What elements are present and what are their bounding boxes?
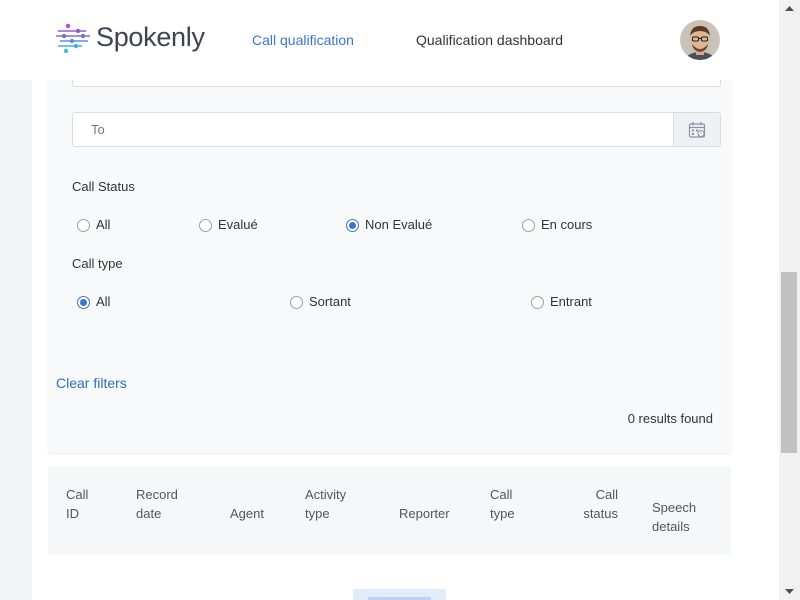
radio-circle[interactable] bbox=[290, 296, 303, 309]
column-header-line: date bbox=[136, 506, 162, 521]
radio-label: All bbox=[96, 217, 111, 232]
filter-card bbox=[48, 40, 731, 453]
column-header-call-status[interactable]: Call status bbox=[583, 485, 618, 523]
calendar-button[interactable] bbox=[673, 113, 720, 146]
column-header-speech-details[interactable]: Speech details bbox=[652, 498, 696, 536]
column-header-line: type bbox=[305, 506, 330, 521]
call-status-en-cours-radio[interactable]: En cours bbox=[522, 217, 592, 232]
column-header-record-date[interactable]: Record date bbox=[136, 485, 178, 523]
scroll-down-arrow-icon[interactable] bbox=[779, 583, 800, 600]
radio-circle[interactable] bbox=[531, 296, 544, 309]
scrollbar-thumb[interactable] bbox=[781, 272, 797, 453]
nav-call-qualification[interactable]: Call qualification bbox=[252, 32, 354, 48]
results-count: 0 results found bbox=[627, 411, 713, 426]
column-header-call-type[interactable]: Call type bbox=[490, 485, 515, 523]
call-status-label: Call Status bbox=[72, 179, 135, 194]
column-header-call-id[interactable]: Call ID bbox=[66, 485, 88, 523]
column-header-line: Call bbox=[595, 487, 618, 502]
column-header-line: Call bbox=[66, 487, 89, 502]
column-header-line: ID bbox=[66, 506, 79, 521]
radio-circle[interactable] bbox=[522, 219, 535, 232]
user-avatar[interactable] bbox=[680, 20, 720, 60]
radio-circle[interactable] bbox=[199, 219, 212, 232]
column-header-line: Activity bbox=[305, 487, 347, 502]
radio-label: Evalué bbox=[218, 217, 258, 232]
column-header-line: type bbox=[490, 506, 515, 521]
call-type-label: Call type bbox=[72, 256, 123, 271]
column-header-agent[interactable]: Agent bbox=[230, 504, 264, 523]
radio-circle[interactable] bbox=[77, 219, 90, 232]
column-header-line: Speech bbox=[652, 500, 697, 515]
to-date-input[interactable] bbox=[89, 121, 653, 138]
pagination-button[interactable] bbox=[353, 589, 446, 600]
column-header-line: Reporter bbox=[399, 506, 450, 521]
call-status-all-radio[interactable]: All bbox=[77, 217, 110, 232]
calendar-icon bbox=[688, 121, 706, 138]
brand-logo[interactable]: Spokenly bbox=[56, 22, 205, 53]
column-header-reporter[interactable]: Reporter bbox=[399, 504, 450, 523]
avatar-image bbox=[680, 20, 720, 60]
call-status-non-evalue-radio[interactable]: Non Evalué bbox=[346, 217, 432, 232]
column-header-line: Record bbox=[136, 487, 178, 502]
column-header-line: details bbox=[652, 519, 690, 534]
column-header-line: Call bbox=[490, 487, 513, 502]
logo-icon bbox=[56, 23, 90, 53]
radio-label: Sortant bbox=[309, 294, 351, 309]
call-status-evalue-radio[interactable]: Evalué bbox=[199, 217, 258, 232]
call-type-sortant-radio[interactable]: Sortant bbox=[290, 294, 351, 309]
scroll-up-arrow-icon[interactable] bbox=[779, 0, 800, 17]
radio-label: En cours bbox=[541, 217, 593, 232]
vertical-scrollbar[interactable] bbox=[779, 0, 800, 600]
column-header-line: Agent bbox=[230, 506, 264, 521]
radio-label: Entrant bbox=[550, 294, 592, 309]
radio-circle-selected[interactable] bbox=[77, 296, 90, 309]
radio-label: All bbox=[96, 294, 111, 309]
clear-filters-link[interactable]: Clear filters bbox=[56, 375, 127, 391]
column-header-line: status bbox=[583, 506, 618, 521]
brand-name: Spokenly bbox=[96, 22, 205, 52]
nav-qualification-dashboard[interactable]: Qualification dashboard bbox=[416, 32, 563, 48]
radio-circle-selected[interactable] bbox=[346, 219, 359, 232]
top-header: Spokenly Call qualification Qualificatio… bbox=[0, 0, 779, 80]
call-type-all-radio[interactable]: All bbox=[77, 294, 110, 309]
column-header-activity-type[interactable]: Activity type bbox=[305, 485, 346, 523]
table-header: Call ID Record date Agent Activity type … bbox=[48, 467, 731, 554]
call-type-entrant-radio[interactable]: Entrant bbox=[531, 294, 592, 309]
to-date-field[interactable] bbox=[72, 112, 721, 147]
radio-label: Non Evalué bbox=[365, 217, 433, 232]
